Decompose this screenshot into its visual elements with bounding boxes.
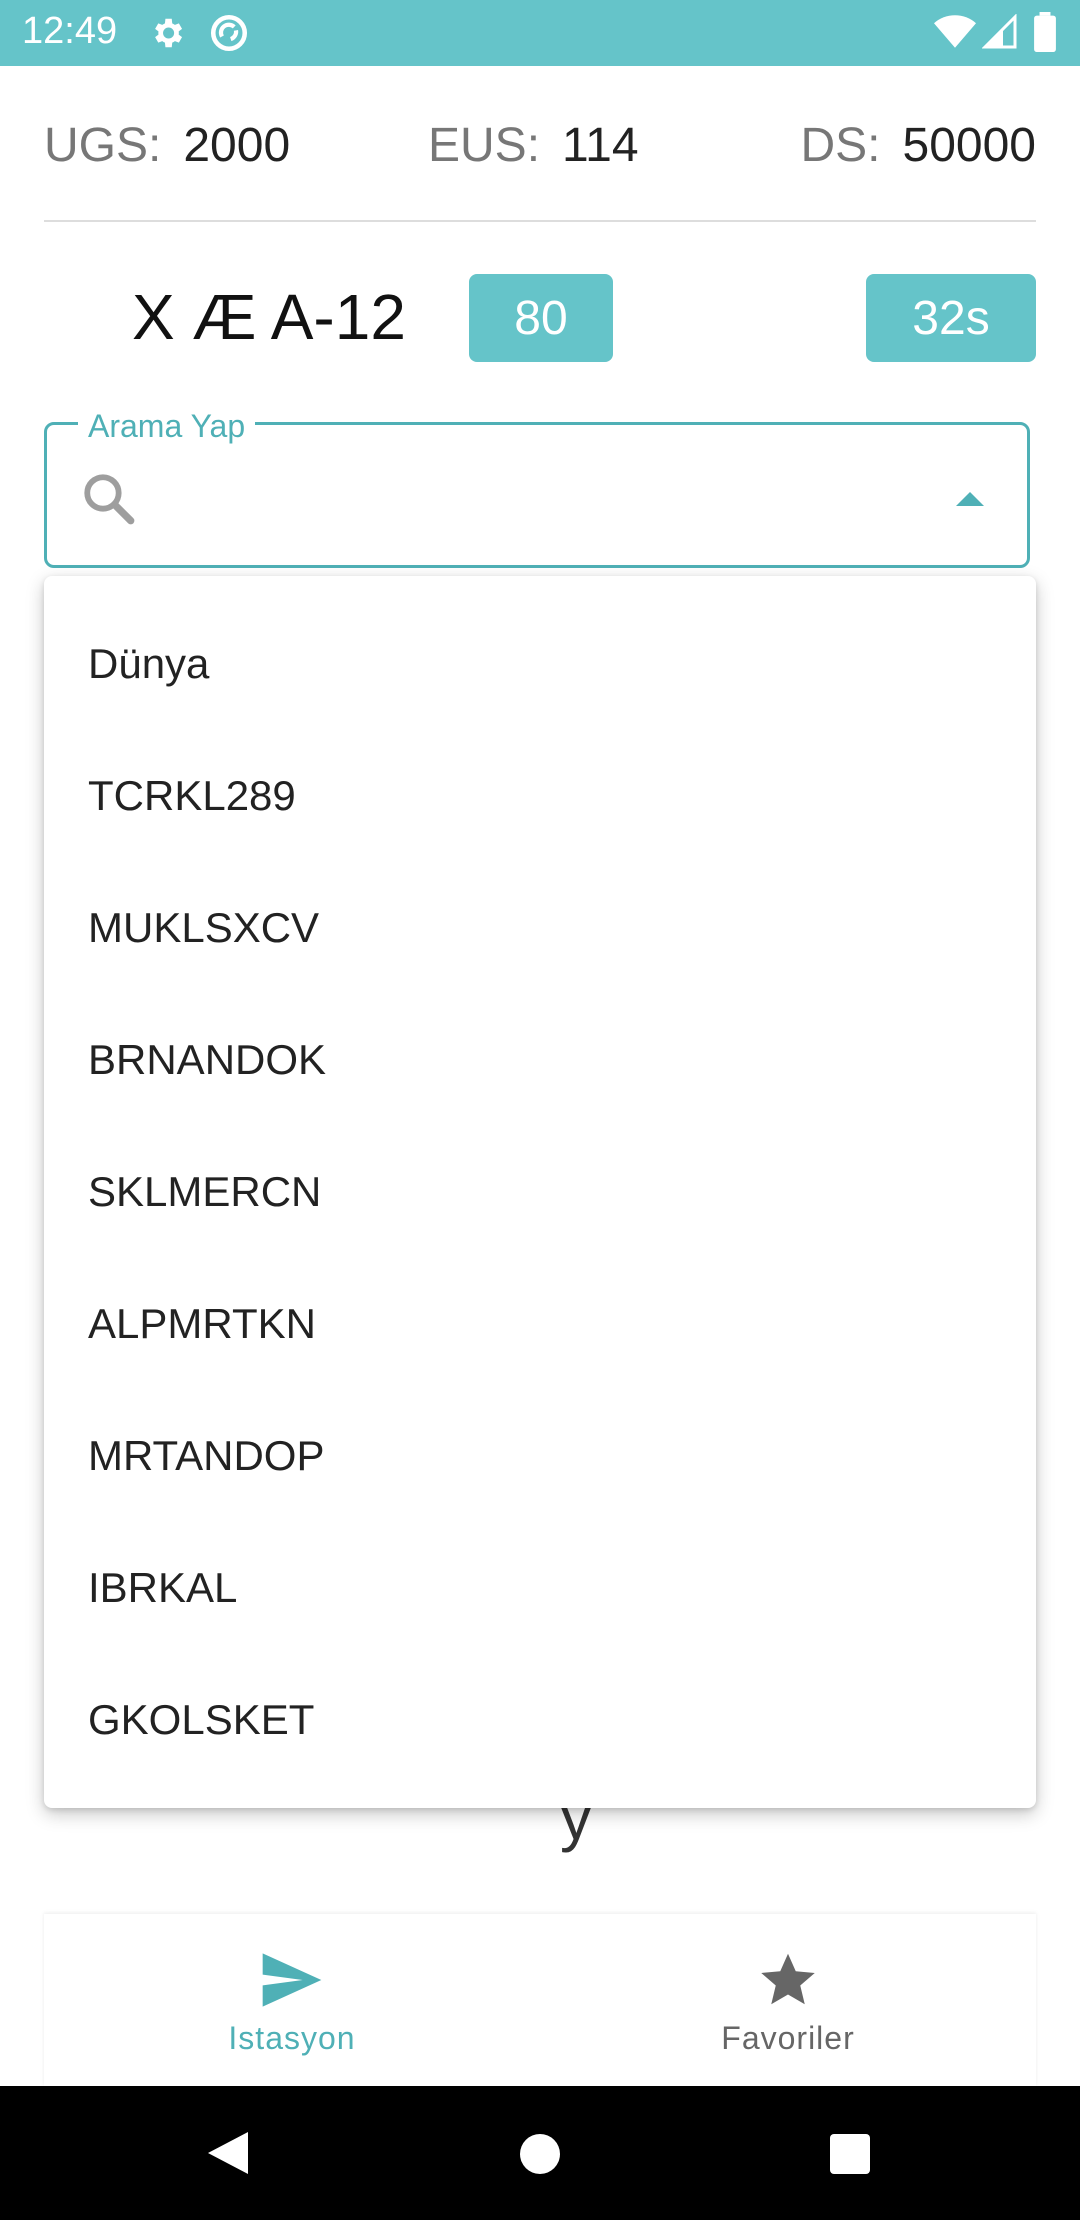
dropdown-item[interactable]: MUKLSXCV [44, 862, 1036, 994]
signal-icon [982, 14, 1017, 49]
dropdown-list: Dünya TCRKL289 MUKLSXCV BRNANDOK SKLMERC… [44, 576, 1036, 1808]
dropdown-item[interactable]: BRNANDOK [44, 994, 1036, 1126]
nav-label-favoriler: Favoriler [721, 2020, 855, 2056]
stat-ugs: UGS: 2000 [44, 118, 290, 173]
page-title: X Æ A-12 [132, 281, 406, 353]
stat-ugs-value: 2000 [183, 119, 291, 172]
search-icon [84, 474, 135, 525]
status-time: 12:49 [22, 10, 118, 52]
status-bar: 12:49 [0, 0, 1080, 66]
back-icon[interactable] [204, 2128, 252, 2178]
dropdown-item[interactable]: IBRKAL [44, 1522, 1036, 1654]
search-input[interactable] [150, 458, 914, 540]
nav-item-favoriler[interactable]: Favoriler [540, 1914, 1036, 2086]
dropdown-item[interactable]: MRTANDOP [44, 1390, 1036, 1522]
wifi-icon [934, 15, 976, 48]
nav-item-istasyon[interactable]: Istasyon [44, 1914, 540, 2086]
stat-ugs-label: UGS: [44, 119, 162, 172]
chevron-up-icon[interactable] [954, 488, 986, 508]
dropdown-item[interactable]: GKOLSKET [44, 1654, 1036, 1786]
recent-apps-button[interactable] [830, 2134, 870, 2174]
stat-eus-value: 114 [562, 119, 639, 172]
search-label: Arama Yap [78, 406, 256, 446]
dropdown-item[interactable]: SKLMERCN [44, 1126, 1036, 1258]
stat-ds-value: 50000 [902, 119, 1036, 172]
nav-label-istasyon: Istasyon [228, 2020, 356, 2056]
bottom-nav: Istasyon Favoriler [44, 1914, 1036, 2086]
dropdown-item[interactable]: Dünya [44, 598, 1036, 730]
stat-eus: EUS: 114 [428, 118, 639, 173]
sync-icon [210, 14, 248, 52]
timer-badge: 32s [866, 274, 1036, 362]
star-icon [761, 1953, 815, 2005]
number-badge: 80 [469, 274, 613, 362]
stat-eus-label: EUS: [428, 119, 541, 172]
home-button[interactable] [520, 2134, 560, 2174]
battery-icon [1034, 12, 1056, 52]
stat-ds-label: DS: [800, 119, 881, 172]
dropdown-item[interactable]: TCRKL289 [44, 730, 1036, 862]
gear-icon [155, 18, 183, 48]
dropdown-item[interactable]: ALPMRTKN [44, 1258, 1036, 1390]
send-icon [262, 1953, 322, 2007]
divider [44, 220, 1036, 222]
stat-ds: DS: 50000 [801, 118, 1037, 173]
